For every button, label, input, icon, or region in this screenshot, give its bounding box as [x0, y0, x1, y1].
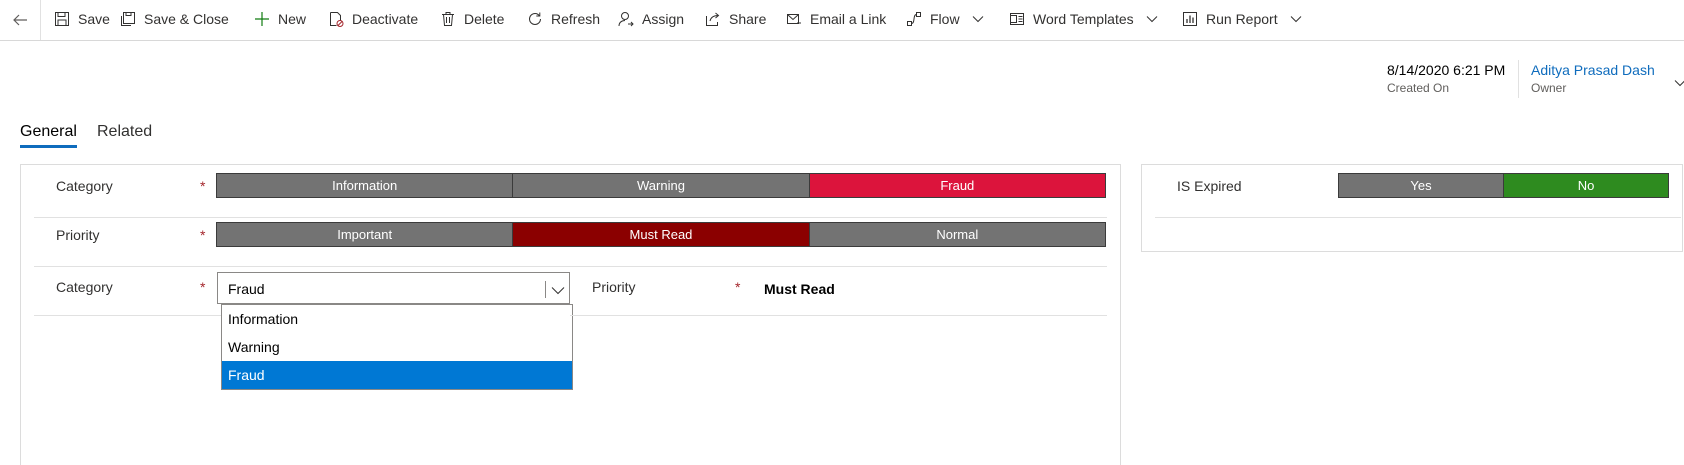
deactivate-button[interactable]: Deactivate — [328, 0, 418, 38]
new-label: New — [278, 11, 307, 27]
plus-icon — [254, 11, 270, 27]
command-bar: Save Save & Close New Deactivate Delete … — [0, 0, 1684, 41]
is-expired-option-no[interactable]: No — [1504, 174, 1668, 197]
required-indicator: * — [200, 279, 206, 295]
row-divider — [34, 315, 221, 316]
is-expired-option-yes[interactable]: Yes — [1339, 174, 1504, 197]
report-icon — [1182, 11, 1198, 27]
created-on-value: 8/14/2020 6:21 PM — [1387, 62, 1506, 78]
email-link-button[interactable]: Email a Link — [786, 0, 886, 38]
required-indicator: * — [200, 227, 206, 243]
save-close-icon — [120, 11, 136, 27]
dropdown-option-fraud[interactable]: Fraud — [222, 361, 572, 389]
row-divider — [1155, 217, 1681, 218]
row-divider — [570, 315, 1107, 316]
priority-option-set: Important Must Read Normal — [216, 222, 1106, 247]
flow-icon — [906, 11, 922, 27]
word-template-icon — [1009, 11, 1025, 27]
is-expired-label: IS Expired — [1177, 178, 1242, 194]
required-indicator: * — [200, 178, 206, 194]
priority-option-must-read[interactable]: Must Read — [513, 223, 810, 246]
priority-option-normal[interactable]: Normal — [809, 223, 1105, 246]
trash-icon — [440, 11, 456, 27]
word-templates-label: Word Templates — [1033, 11, 1134, 27]
share-icon — [705, 11, 721, 27]
dropdown-option-information[interactable]: Information — [222, 305, 572, 333]
back-button[interactable] — [0, 0, 41, 40]
tab-related[interactable]: Related — [97, 123, 152, 141]
save-label: Save — [78, 11, 110, 27]
flow-label: Flow — [930, 11, 960, 27]
priority-value: Must Read — [764, 281, 835, 297]
share-label: Share — [729, 11, 767, 27]
priority-field-label: Priority — [592, 279, 636, 295]
category-option-set: Information Warning Fraud — [216, 173, 1106, 198]
dropdown-option-warning[interactable]: Warning — [222, 333, 572, 361]
refresh-label: Refresh — [551, 11, 601, 27]
flow-button[interactable]: Flow — [906, 0, 984, 38]
refresh-icon — [527, 11, 543, 27]
created-on-label: Created On — [1387, 81, 1450, 95]
assign-button[interactable]: Assign — [618, 0, 684, 38]
delete-label: Delete — [464, 11, 505, 27]
assign-label: Assign — [642, 11, 685, 27]
header-divider — [1518, 60, 1519, 98]
chevron-down-icon — [972, 15, 984, 23]
category-select-value: Fraud — [228, 281, 265, 297]
word-templates-button[interactable]: Word Templates — [1009, 0, 1158, 38]
tab-general[interactable]: General — [20, 123, 77, 141]
header-expand-chevron-icon[interactable] — [1674, 74, 1684, 92]
category-select-label: Category — [56, 279, 113, 295]
assign-icon — [618, 11, 634, 27]
owner-label: Owner — [1531, 81, 1567, 95]
run-report-button[interactable]: Run Report — [1182, 0, 1302, 38]
category-option-information[interactable]: Information — [217, 174, 514, 197]
save-icon — [54, 11, 70, 27]
refresh-button[interactable]: Refresh — [527, 0, 600, 38]
deactivate-label: Deactivate — [352, 11, 419, 27]
category-option-fraud[interactable]: Fraud — [809, 174, 1105, 197]
chevron-down-icon — [1146, 15, 1158, 23]
priority-option-important[interactable]: Important — [217, 223, 514, 246]
active-tab-indicator — [20, 145, 77, 148]
save-close-label: Save & Close — [144, 11, 229, 27]
email-link-icon — [786, 11, 802, 27]
back-arrow-icon — [13, 14, 27, 26]
chevron-down-icon — [1290, 15, 1302, 23]
is-expired-option-set: Yes No — [1338, 173, 1669, 198]
save-close-button[interactable]: Save & Close — [120, 0, 229, 38]
email-link-label: Email a Link — [810, 11, 887, 27]
new-button[interactable]: New — [254, 0, 306, 38]
category-select[interactable]: Fraud — [217, 272, 570, 304]
save-button[interactable]: Save — [54, 0, 110, 38]
row-divider — [34, 217, 1107, 218]
chevron-down-icon[interactable] — [551, 282, 565, 298]
row-divider — [34, 266, 1107, 267]
delete-button[interactable]: Delete — [440, 0, 504, 38]
category-label: Category — [56, 178, 113, 194]
share-button[interactable]: Share — [705, 0, 766, 38]
owner-link[interactable]: Aditya Prasad Dash — [1531, 62, 1655, 78]
category-option-warning[interactable]: Warning — [513, 174, 810, 197]
select-divider — [545, 281, 546, 298]
required-indicator: * — [735, 279, 741, 295]
priority-label: Priority — [56, 227, 100, 243]
category-dropdown-list: Information Warning Fraud — [221, 304, 573, 390]
run-report-label: Run Report — [1206, 11, 1278, 27]
deactivate-icon — [328, 11, 344, 27]
